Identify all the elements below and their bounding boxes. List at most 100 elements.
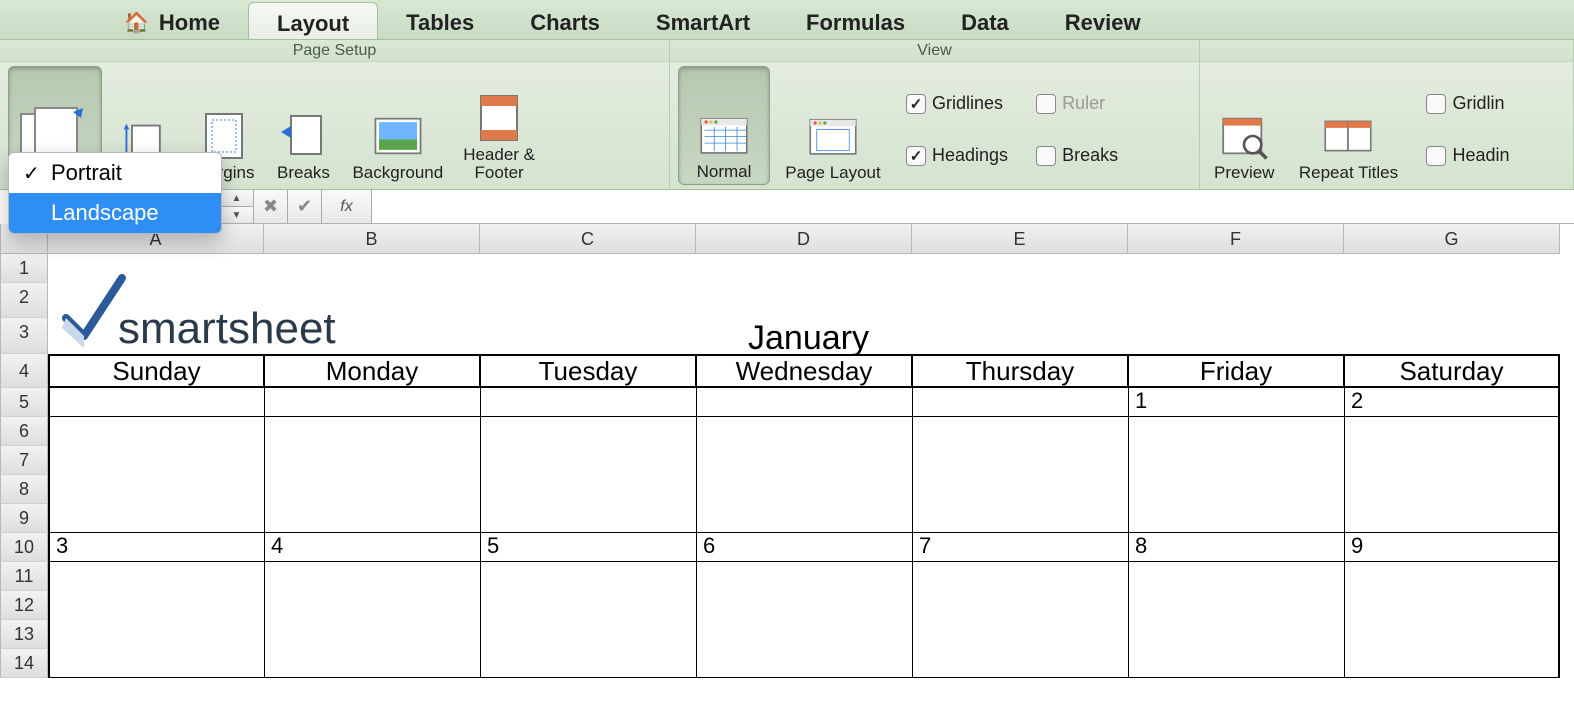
calendar-cell[interactable]: 8 xyxy=(1128,533,1344,562)
calendar-cell[interactable] xyxy=(264,649,480,678)
calendar-cell[interactable] xyxy=(1128,417,1344,446)
tab-smartart[interactable]: SmartArt xyxy=(628,0,778,39)
calendar-cell[interactable]: 1 xyxy=(1128,388,1344,417)
calendar-cell[interactable] xyxy=(696,620,912,649)
calendar-cell[interactable] xyxy=(48,591,264,620)
calendar-cell[interactable] xyxy=(48,620,264,649)
calendar-cell[interactable] xyxy=(912,504,1128,533)
calendar-cell[interactable] xyxy=(1128,649,1344,678)
repeat-titles-button[interactable]: Repeat Titles xyxy=(1288,66,1408,185)
calendar-cell[interactable] xyxy=(912,591,1128,620)
col-header[interactable]: F xyxy=(1128,224,1344,254)
row-header[interactable]: 13 xyxy=(0,620,48,649)
orientation-landscape-item[interactable]: Landscape xyxy=(9,193,221,233)
calendar-cell[interactable] xyxy=(696,504,912,533)
calendar-cell[interactable] xyxy=(1128,591,1344,620)
calendar-cell[interactable]: 9 xyxy=(1344,533,1560,562)
calendar-cell[interactable] xyxy=(264,562,480,591)
col-header[interactable]: B xyxy=(264,224,480,254)
row-header[interactable]: 8 xyxy=(0,475,48,504)
calendar-cell[interactable] xyxy=(696,649,912,678)
calendar-cell[interactable] xyxy=(264,446,480,475)
row-header[interactable]: 2 xyxy=(0,283,48,318)
calendar-cell[interactable] xyxy=(912,649,1128,678)
headings-checkbox[interactable] xyxy=(906,146,926,166)
calendar-cell[interactable] xyxy=(1344,504,1560,533)
row-header[interactable]: 3 xyxy=(0,318,48,354)
calendar-cell[interactable] xyxy=(48,475,264,504)
calendar-cell[interactable] xyxy=(912,388,1128,417)
calendar-cell[interactable] xyxy=(480,388,696,417)
tab-data[interactable]: Data xyxy=(933,0,1037,39)
calendar-cell[interactable] xyxy=(48,504,264,533)
calendar-cell[interactable]: 4 xyxy=(264,533,480,562)
calendar-cell[interactable] xyxy=(480,591,696,620)
tab-layout[interactable]: Layout xyxy=(248,2,378,39)
calendar-cell[interactable] xyxy=(48,417,264,446)
tab-formulas[interactable]: Formulas xyxy=(778,0,933,39)
calendar-cell[interactable] xyxy=(912,475,1128,504)
print-headings-row[interactable]: Headin xyxy=(1420,136,1515,176)
row-header[interactable]: 4 xyxy=(0,354,48,388)
calendar-cell[interactable] xyxy=(1128,620,1344,649)
calendar-cell[interactable] xyxy=(1344,446,1560,475)
tab-home[interactable]: 🏠 Home xyxy=(80,0,248,39)
calendar-cell[interactable] xyxy=(264,388,480,417)
calendar-cell[interactable] xyxy=(1344,591,1560,620)
calendar-cell[interactable] xyxy=(1344,620,1560,649)
calendar-cell[interactable]: 5 xyxy=(480,533,696,562)
calendar-cell[interactable] xyxy=(480,649,696,678)
calendar-cell[interactable] xyxy=(264,504,480,533)
calendar-cell[interactable]: 2 xyxy=(1344,388,1560,417)
calendar-cell[interactable] xyxy=(696,446,912,475)
stepper-up-icon[interactable]: ▲ xyxy=(220,190,253,207)
calendar-cell[interactable] xyxy=(480,446,696,475)
calendar-cell[interactable] xyxy=(1128,446,1344,475)
day-header[interactable]: Tuesday xyxy=(480,354,696,388)
row-header[interactable]: 9 xyxy=(0,504,48,533)
calendar-cell[interactable] xyxy=(912,620,1128,649)
calendar-cell[interactable] xyxy=(1344,475,1560,504)
header-footer-button[interactable]: Header & Footer xyxy=(457,66,541,185)
col-header[interactable]: G xyxy=(1344,224,1560,254)
day-header[interactable]: Wednesday xyxy=(696,354,912,388)
print-gridlines-row[interactable]: Gridlin xyxy=(1420,84,1515,124)
calendar-cell[interactable] xyxy=(1128,562,1344,591)
calendar-cell[interactable] xyxy=(912,562,1128,591)
breaks-button[interactable]: Breaks xyxy=(268,66,338,185)
day-header[interactable]: Saturday xyxy=(1344,354,1560,388)
day-header[interactable]: Monday xyxy=(264,354,480,388)
ruler-checkbox[interactable] xyxy=(1036,94,1056,114)
row-header[interactable]: 12 xyxy=(0,591,48,620)
calendar-cell[interactable] xyxy=(480,417,696,446)
row-header[interactable]: 6 xyxy=(0,417,48,446)
view-breaks-checkbox-row[interactable]: Breaks xyxy=(1030,136,1124,176)
calendar-cell[interactable] xyxy=(264,620,480,649)
row-header[interactable]: 1 xyxy=(0,254,48,283)
view-breaks-checkbox[interactable] xyxy=(1036,146,1056,166)
calendar-cell[interactable] xyxy=(912,446,1128,475)
name-box-stepper[interactable]: ▲ ▼ xyxy=(220,190,254,223)
ruler-checkbox-row[interactable]: Ruler xyxy=(1030,84,1124,124)
preview-button[interactable]: Preview xyxy=(1208,66,1280,185)
calendar-cell[interactable]: 3 xyxy=(48,533,264,562)
row-header[interactable]: 14 xyxy=(0,649,48,678)
calendar-cell[interactable] xyxy=(48,388,264,417)
fx-button[interactable]: fx xyxy=(322,190,372,223)
calendar-cell[interactable] xyxy=(480,562,696,591)
calendar-cell[interactable] xyxy=(1344,417,1560,446)
day-header[interactable]: Thursday xyxy=(912,354,1128,388)
calendar-cell[interactable] xyxy=(48,446,264,475)
calendar-cell[interactable] xyxy=(264,475,480,504)
gridlines-checkbox[interactable] xyxy=(906,94,926,114)
calendar-cell[interactable] xyxy=(696,475,912,504)
col-header[interactable]: D xyxy=(696,224,912,254)
normal-view-button[interactable]: Normal xyxy=(678,66,770,185)
calendar-cell[interactable] xyxy=(480,475,696,504)
calendar-cell[interactable] xyxy=(1344,562,1560,591)
tab-tables[interactable]: Tables xyxy=(378,0,502,39)
background-button[interactable]: Background xyxy=(346,66,449,185)
calendar-cell[interactable] xyxy=(696,417,912,446)
calendar-cell[interactable] xyxy=(264,417,480,446)
calendar-cell[interactable] xyxy=(696,591,912,620)
